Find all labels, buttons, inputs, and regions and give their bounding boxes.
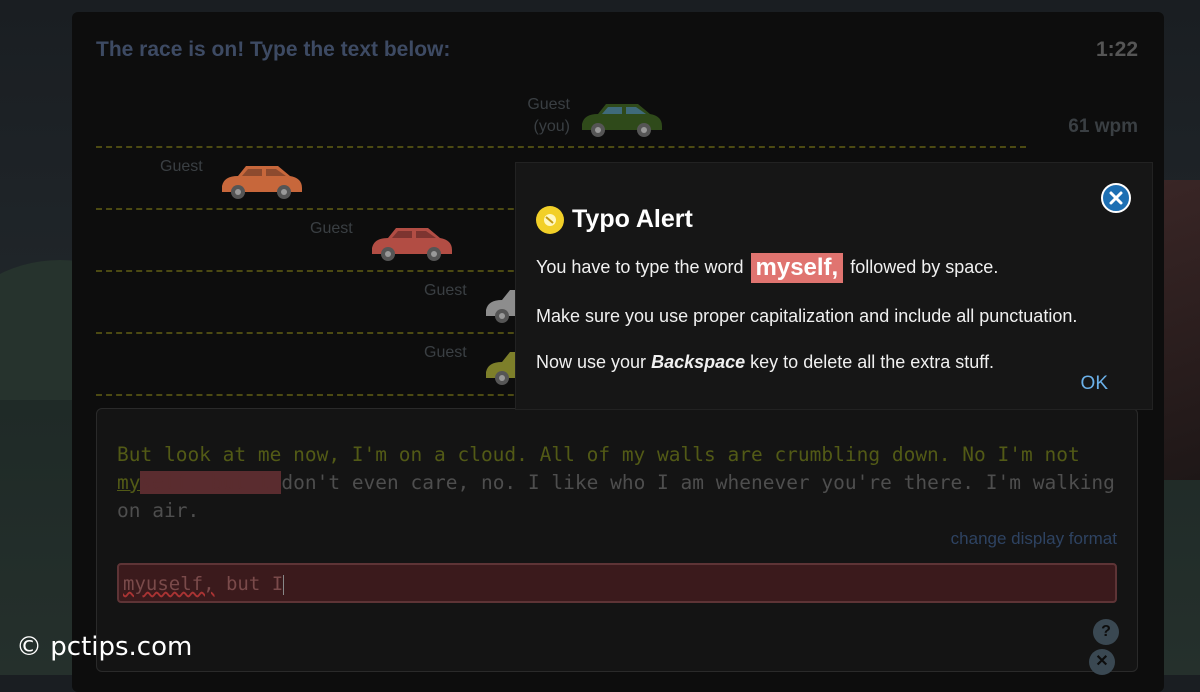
wpm-readout: 61 wpm bbox=[1068, 116, 1138, 137]
modal-line-3: Now use your Backspace key to delete all… bbox=[536, 352, 994, 372]
car-racer-2 bbox=[222, 166, 302, 199]
race-passage: But look at me now, I'm on a cloud. All … bbox=[117, 441, 1117, 525]
modal-line-2: Make sure you use proper capitalization … bbox=[536, 306, 1078, 326]
typo-alert-icon bbox=[536, 205, 564, 234]
close-icon[interactable] bbox=[1101, 183, 1131, 213]
racer-name-3: Guest bbox=[310, 220, 353, 237]
modal-header: Typo Alert bbox=[536, 205, 693, 234]
change-display-format-link[interactable]: change display format bbox=[951, 529, 1117, 549]
racer-name-2: Guest bbox=[160, 158, 203, 175]
required-word-badge: myself, bbox=[750, 253, 844, 283]
typing-input[interactable]: myuself, but I bbox=[117, 563, 1117, 603]
modal-title: Typo Alert bbox=[572, 205, 693, 233]
racer-name-you: Guest (you) bbox=[527, 96, 570, 135]
text-caret bbox=[283, 574, 285, 595]
typing-area: But look at me now, I'm on a cloud. All … bbox=[96, 408, 1138, 675]
passage-current-word: my bbox=[117, 471, 141, 494]
car-racer-3 bbox=[372, 228, 452, 261]
race-title: The race is on! Type the text below: bbox=[96, 38, 451, 61]
passage-error-highlight: self, but I bbox=[140, 471, 282, 494]
input-misspelled-word: myuself, bbox=[123, 573, 215, 595]
typo-alert-modal: Typo Alert You have to type the word mys… bbox=[516, 163, 1152, 409]
race-timer: 1:22 bbox=[1095, 38, 1138, 61]
help-icon[interactable]: ? bbox=[1093, 619, 1119, 645]
racer-name-5: Guest bbox=[424, 344, 467, 361]
lane-divider bbox=[96, 146, 1026, 148]
backspace-key-label: Backspace bbox=[651, 352, 746, 372]
input-rest: but I bbox=[214, 573, 284, 595]
close-icon[interactable]: ✕ bbox=[1089, 649, 1115, 675]
car-you bbox=[582, 104, 662, 137]
racer-name-4: Guest bbox=[424, 282, 467, 299]
modal-line-1: You have to type the word myself, follow… bbox=[536, 253, 999, 283]
watermark: © pctips.com bbox=[16, 632, 193, 662]
passage-typed: But look at me now, I'm on a cloud. All … bbox=[117, 443, 1080, 466]
ok-button[interactable]: OK bbox=[1081, 373, 1108, 395]
